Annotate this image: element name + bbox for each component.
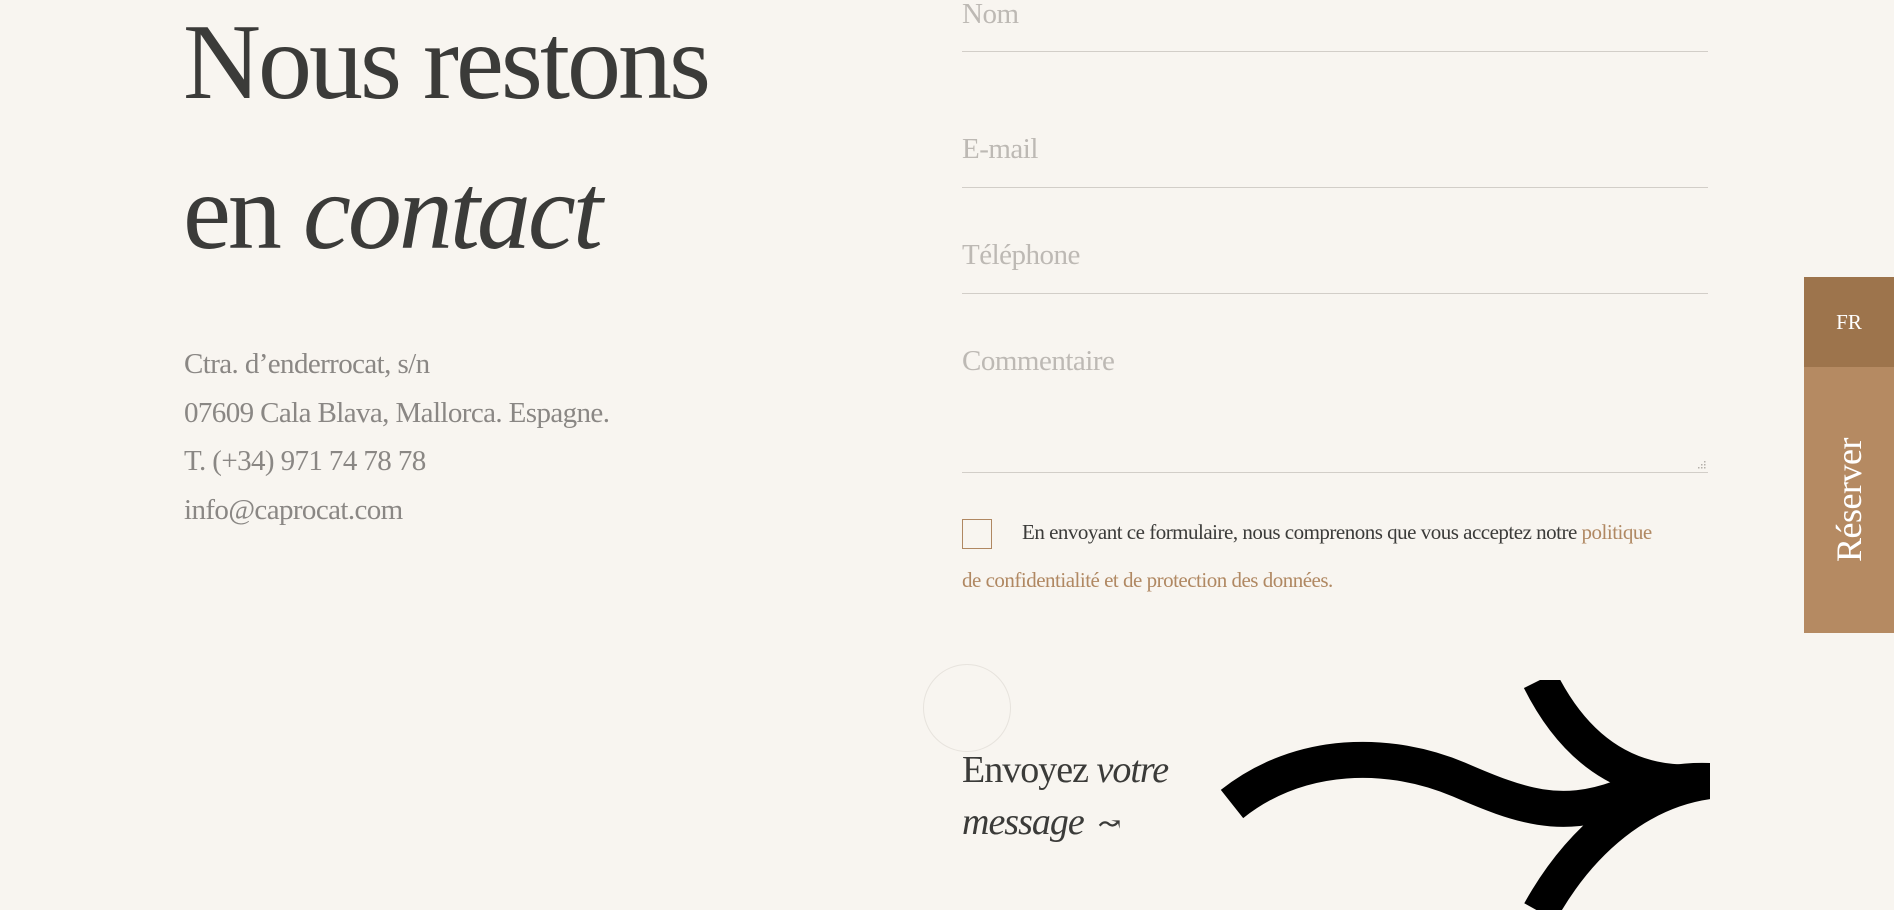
consent-text: En envoyant ce formulaire, nous compreno… bbox=[1022, 520, 1582, 544]
phone-field[interactable]: Téléphone bbox=[962, 226, 1708, 294]
submit-button[interactable]: Envoyez votre message ↝ bbox=[962, 744, 1169, 851]
privacy-link-part-2[interactable]: de confidentialité et de protection des … bbox=[962, 568, 1333, 592]
wavy-arrow-icon: ↝ bbox=[1097, 809, 1121, 841]
resize-grip-icon[interactable] bbox=[1696, 459, 1706, 469]
reserve-button[interactable]: Réserver bbox=[1804, 367, 1894, 633]
submit-line-2: message ↝ bbox=[962, 796, 1168, 851]
address-block: Ctra. d’enderrocat, s/n 07609 Cala Blava… bbox=[184, 340, 610, 535]
side-tab: FR Réserver bbox=[1804, 277, 1894, 633]
name-field[interactable]: Nom bbox=[962, 0, 1708, 52]
consent-checkbox[interactable] bbox=[962, 519, 992, 549]
contact-page: Nous restons en contact Ctra. d’enderroc… bbox=[0, 0, 1894, 910]
submit-line-2-italic: message bbox=[962, 801, 1085, 843]
address-phone[interactable]: T. (+34) 971 74 78 78 bbox=[184, 437, 609, 486]
submit-line-1-plain: Envoyez bbox=[962, 749, 1097, 791]
title-line-2-italic: contact bbox=[302, 153, 603, 272]
submit-line-1: Envoyez votre bbox=[962, 744, 1169, 796]
name-placeholder: Nom bbox=[962, 0, 1019, 30]
title-line-2: en contact bbox=[183, 138, 708, 288]
submit-line-1-italic: votre bbox=[1096, 749, 1169, 791]
reserve-label: Réserver bbox=[1829, 438, 1869, 562]
decorative-circle bbox=[923, 664, 1011, 752]
comment-field[interactable]: Commentaire bbox=[962, 332, 1708, 473]
privacy-link-part-1[interactable]: politique bbox=[1582, 520, 1653, 544]
page-title: Nous restons en contact bbox=[183, 0, 711, 288]
address-city: 07609 Cala Blava, Mallorca. Espagne. bbox=[184, 396, 610, 429]
language-switcher[interactable]: FR bbox=[1804, 277, 1894, 367]
phone-placeholder: Téléphone bbox=[962, 239, 1080, 271]
large-wavy-arrow-icon[interactable] bbox=[1220, 680, 1710, 910]
comment-placeholder: Commentaire bbox=[962, 345, 1115, 377]
address-email[interactable]: info@caprocat.com bbox=[184, 486, 609, 535]
consent-text-line-1: En envoyant ce formulaire, nous compreno… bbox=[1022, 508, 1652, 556]
email-field[interactable]: E-mail bbox=[962, 120, 1708, 188]
title-line-1: Nous restons bbox=[183, 3, 711, 122]
consent-text-line-2: de confidentialité et de protection des … bbox=[962, 556, 1333, 604]
address-street: Ctra. d’enderrocat, s/n bbox=[184, 348, 430, 380]
email-placeholder: E-mail bbox=[962, 133, 1038, 165]
title-line-2-plain: en bbox=[183, 153, 303, 272]
